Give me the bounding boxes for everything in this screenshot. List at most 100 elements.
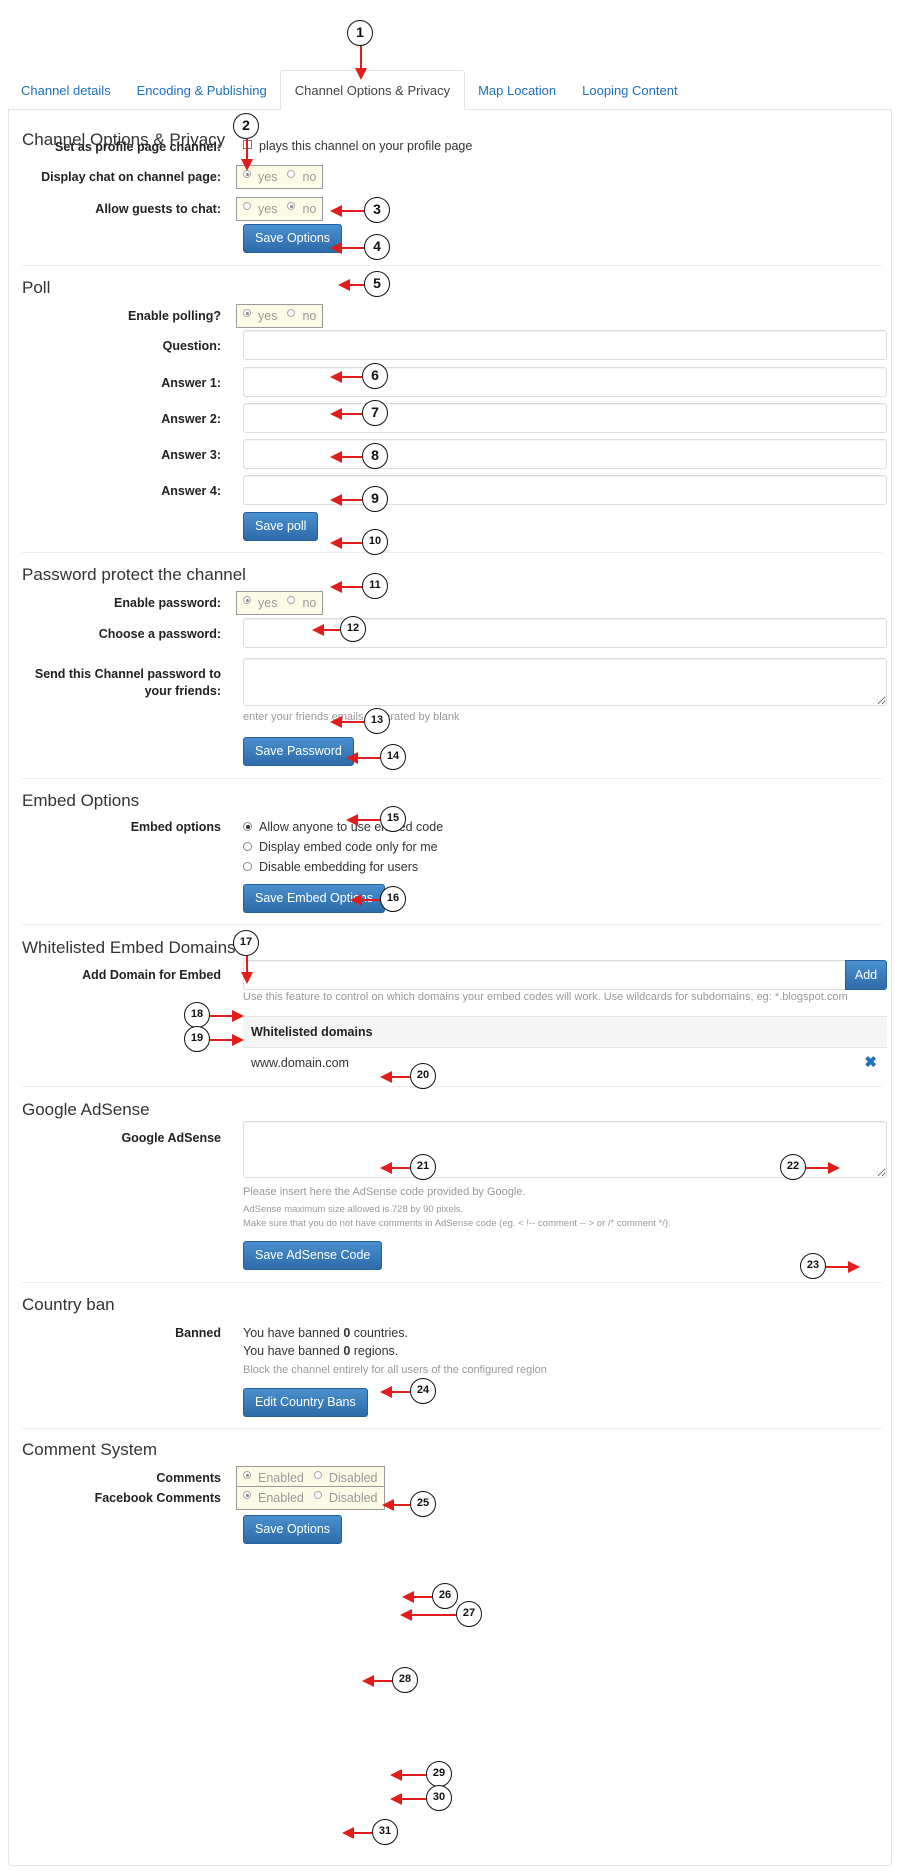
- domain-row: www.domain.com ✖: [243, 1048, 887, 1078]
- callout-15: 15: [380, 806, 406, 832]
- callout-arrow: [330, 242, 364, 254]
- profile-channel-label: Set as profile page channel:: [54, 140, 221, 154]
- enable-polling-yes[interactable]: yes: [243, 309, 277, 323]
- callout-5: 5: [364, 271, 390, 297]
- friends-emails-textarea[interactable]: [243, 658, 887, 706]
- facebook-comments-disabled[interactable]: Disabled: [313, 1491, 378, 1505]
- question-label: Question:: [162, 339, 221, 353]
- callout-arrow: [330, 716, 364, 728]
- callout-14: 14: [380, 744, 406, 770]
- callout-25: 25: [410, 1491, 436, 1517]
- edit-country-bans-button[interactable]: Edit Country Bans: [243, 1388, 368, 1417]
- divider: [22, 778, 882, 779]
- facebook-comments-radio-group: Enabled Disabled: [236, 1486, 385, 1510]
- answer4-label: Answer 4:: [161, 484, 221, 498]
- save-comment-options-button[interactable]: Save Options: [243, 1515, 343, 1544]
- callout-arrow: [210, 1010, 244, 1022]
- allow-guests-yes[interactable]: yes: [243, 202, 277, 216]
- enable-password-radio-group: yes no: [236, 591, 324, 615]
- question-input[interactable]: [243, 330, 887, 360]
- answer2-label: Answer 2:: [161, 412, 221, 426]
- callout-28: 28: [392, 1667, 418, 1693]
- password-input[interactable]: [243, 618, 887, 648]
- radio-icon: [243, 1491, 251, 1499]
- callout-arrow: [241, 956, 253, 984]
- allow-guests-no[interactable]: no: [287, 202, 316, 216]
- comments-enabled[interactable]: Enabled: [243, 1471, 304, 1485]
- callout-arrow: [330, 537, 362, 549]
- callout-8: 8: [362, 443, 388, 469]
- embed-option-disable: Disable embedding for users: [259, 860, 419, 874]
- callout-1: 1: [347, 20, 373, 46]
- callout-21: 21: [410, 1154, 436, 1180]
- radio-icon: [243, 202, 251, 210]
- embed-radio-disable[interactable]: [243, 862, 252, 871]
- tab-channel-options-privacy[interactable]: Channel Options & Privacy: [279, 70, 466, 110]
- divider: [22, 1086, 882, 1087]
- enable-password-yes[interactable]: yes: [243, 596, 277, 610]
- callout-arrow: [380, 1162, 410, 1174]
- callout-arrow: [330, 205, 364, 217]
- embed-radio-only-me[interactable]: [243, 842, 252, 851]
- save-poll-button[interactable]: Save poll: [243, 512, 319, 541]
- tab-looping-content[interactable]: Looping Content: [569, 72, 690, 110]
- callout-6: 6: [362, 363, 388, 389]
- banned-countries-text: You have banned 0 countries.: [243, 1326, 408, 1340]
- callout-arrow: [346, 814, 380, 826]
- divider: [22, 924, 882, 925]
- banned-regions-text: You have banned 0 regions.: [243, 1344, 399, 1358]
- add-domain-input[interactable]: [243, 960, 847, 990]
- callout-arrow: [402, 1591, 432, 1603]
- callout-12: 12: [340, 616, 366, 642]
- facebook-comments-enabled[interactable]: Enabled: [243, 1491, 304, 1505]
- display-chat-yes[interactable]: yes: [243, 170, 277, 184]
- callout-arrow: [330, 581, 362, 593]
- save-adsense-button[interactable]: Save AdSense Code: [243, 1241, 383, 1270]
- callout-arrow: [380, 1071, 410, 1083]
- enable-password-no[interactable]: no: [287, 596, 316, 610]
- adsense-help-3: Make sure that you do not have comments …: [243, 1218, 671, 1229]
- comments-disabled[interactable]: Disabled: [313, 1471, 378, 1485]
- callout-26: 26: [432, 1583, 458, 1609]
- enable-polling-no[interactable]: no: [287, 309, 316, 323]
- save-password-button[interactable]: Save Password: [243, 737, 354, 766]
- section-title-comments: Comment System: [22, 1440, 158, 1459]
- tab-map-location[interactable]: Map Location: [465, 72, 569, 110]
- radio-icon: [243, 309, 251, 317]
- adsense-label: Google AdSense: [121, 1131, 221, 1145]
- embed-radio-allow-anyone[interactable]: [243, 822, 252, 831]
- tab-channel-details[interactable]: Channel details: [8, 72, 124, 110]
- adsense-help-2: AdSense maximum size allowed is 728 by 9…: [243, 1204, 464, 1215]
- radio-icon: [313, 1471, 322, 1479]
- callout-2: 2: [233, 113, 259, 139]
- callout-22: 22: [780, 1154, 806, 1180]
- radio-icon: [243, 1471, 251, 1479]
- adsense-help-1: Please insert here the AdSense code prov…: [243, 1186, 526, 1198]
- callout-arrow: [330, 451, 362, 463]
- section-title-password: Password protect the channel: [22, 565, 246, 584]
- section-title-poll: Poll: [22, 278, 51, 297]
- callout-18: 18: [184, 1002, 210, 1028]
- radio-icon: [243, 170, 251, 178]
- callout-arrow: [380, 1386, 410, 1398]
- profile-channel-text: plays this channel on your profile page: [259, 139, 473, 153]
- add-domain-button[interactable]: Add: [845, 960, 887, 990]
- callout-arrow: [330, 408, 362, 420]
- save-options-button[interactable]: Save Options: [243, 224, 343, 253]
- section-title-whitelist: Whitelisted Embed Domains: [22, 938, 236, 957]
- callout-arrow: [806, 1162, 840, 1174]
- callout-19: 19: [184, 1026, 210, 1052]
- callout-arrow: [241, 139, 253, 171]
- add-domain-label: Add Domain for Embed: [82, 968, 221, 982]
- callout-arrow: [382, 1499, 410, 1511]
- whitelisted-domains-header: Whitelisted domains: [243, 1016, 887, 1048]
- radio-icon: [313, 1491, 322, 1499]
- callout-4: 4: [364, 234, 390, 260]
- display-chat-no[interactable]: no: [287, 170, 316, 184]
- comments-label: Comments: [156, 1471, 221, 1485]
- remove-domain-icon[interactable]: ✖: [864, 1048, 877, 1078]
- tab-encoding-publishing[interactable]: Encoding & Publishing: [124, 72, 280, 110]
- callout-arrow: [362, 1675, 392, 1687]
- facebook-comments-label: Facebook Comments: [94, 1491, 221, 1505]
- callout-7: 7: [362, 400, 388, 426]
